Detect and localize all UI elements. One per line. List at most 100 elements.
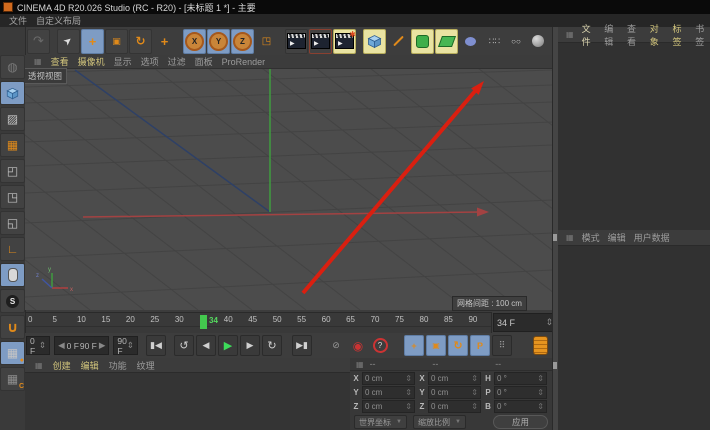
attr-menu-mode[interactable]: 模式	[582, 231, 600, 244]
vp-menu-panel[interactable]: 面板	[195, 55, 213, 68]
live-selection-tool[interactable]: ➤	[57, 29, 80, 54]
goto-end-button[interactable]: ▶▮	[292, 335, 312, 356]
obj-menu-edit[interactable]: 编辑	[604, 22, 619, 48]
menu-file[interactable]: 文件	[9, 14, 27, 27]
instance-button[interactable]: ○○	[507, 29, 525, 54]
coord-col-rotation[interactable]: --	[495, 359, 552, 369]
workplane-mode-button[interactable]: ▦	[0, 133, 25, 157]
autokey-help-button[interactable]: ?	[370, 335, 390, 356]
rot-b-field[interactable]: 0 °⇕	[494, 400, 547, 413]
apply-button[interactable]: 应用	[493, 415, 548, 429]
redo-button[interactable]: ↷	[27, 29, 50, 54]
current-frame-field[interactable]: 34 F⇕	[493, 313, 557, 332]
array-button[interactable]: ∷∷	[483, 29, 506, 54]
coord-col-position[interactable]: --	[370, 359, 427, 369]
panel-grid-icon[interactable]: ▦	[566, 233, 574, 242]
playhead-marker[interactable]	[200, 315, 207, 329]
vp-menu-camera[interactable]: 摄像机	[78, 55, 105, 68]
panel-grid-icon[interactable]: ▦	[566, 30, 574, 39]
obj-menu-tags[interactable]: 标签	[673, 22, 688, 48]
add-primitive-button[interactable]	[363, 29, 386, 54]
play-button[interactable]: ▶	[218, 335, 238, 356]
pos-x-field[interactable]: 0 cm⇕	[362, 372, 415, 385]
axis-mode-button[interactable]: ∟	[0, 237, 25, 261]
sky-button[interactable]	[526, 29, 549, 54]
obj-menu-bookmarks[interactable]: 书签	[695, 22, 710, 48]
lock-workplane-button[interactable]: ▦●	[0, 341, 25, 365]
rotate-tool[interactable]: ↻	[129, 29, 152, 54]
mat-menu-texture[interactable]: 纹理	[137, 359, 155, 372]
size-y-field[interactable]: 0 cm⇕	[428, 386, 481, 399]
size-x-field[interactable]: 0 cm⇕	[428, 372, 481, 385]
scale-mode-dropdown[interactable]: 缩放比例▼	[413, 415, 466, 429]
next-frame-button[interactable]: ▶	[240, 335, 260, 356]
workplane-snap-button[interactable]: ▦C	[0, 367, 25, 391]
vp-menu-filter[interactable]: 过滤	[168, 55, 186, 68]
mat-menu-edit[interactable]: 编辑	[81, 359, 99, 372]
panel-grid-icon[interactable]: ▦	[35, 361, 43, 370]
lock-z-axis-button[interactable]: Z	[231, 29, 254, 54]
key-parameter-button[interactable]: P	[470, 335, 490, 356]
pos-y-field[interactable]: 0 cm⇕	[362, 386, 415, 399]
play-reverse-button[interactable]: ↺	[174, 335, 194, 356]
points-mode-button[interactable]: ◰	[0, 159, 25, 183]
keyframe-selection-button[interactable]: ⠿	[492, 335, 512, 356]
coords-system-dropdown[interactable]: 世界坐标▼	[354, 415, 407, 429]
extrude-generator-button[interactable]	[435, 29, 458, 54]
rot-h-field[interactable]: 0 °⇕	[494, 372, 547, 385]
snap-button[interactable]: S	[0, 289, 25, 313]
vp-menu-options[interactable]: 选项	[141, 55, 159, 68]
vp-menu-view[interactable]: 查看	[51, 55, 69, 68]
record-button[interactable]: ◉	[348, 335, 368, 356]
mat-menu-function[interactable]: 功能	[109, 359, 127, 372]
scale-tool[interactable]: ▣	[105, 29, 128, 54]
history-icon[interactable]: ◍	[0, 55, 25, 79]
render-picture-viewer-button[interactable]	[309, 29, 332, 54]
magnet-button[interactable]: ∪	[0, 315, 25, 339]
loop-button[interactable]: ↻	[262, 335, 282, 356]
previous-frame-button[interactable]: ◀	[196, 335, 216, 356]
panel-grid-icon[interactable]: ▦	[356, 360, 364, 369]
divider-handle[interactable]	[553, 362, 557, 369]
panel-grid-icon[interactable]: ▦	[34, 57, 42, 66]
attr-menu-userdata[interactable]: 用户数据	[634, 231, 670, 244]
rot-p-field[interactable]: 0 °⇕	[494, 386, 547, 399]
lock-y-axis-button[interactable]: Y	[207, 29, 230, 54]
render-queue-button[interactable]	[530, 335, 550, 356]
mat-menu-create[interactable]: 创建	[53, 359, 71, 372]
render-settings-button[interactable]: ✱	[333, 29, 356, 54]
coord-col-size[interactable]: --	[432, 359, 489, 369]
perspective-viewport[interactable]: y x z	[25, 55, 552, 310]
key-position-button[interactable]: +	[404, 335, 424, 356]
goto-start-button[interactable]: ▮◀	[146, 335, 166, 356]
view-label[interactable]: 透视视图	[25, 68, 67, 84]
coordinate-system-button[interactable]: ◳	[255, 29, 278, 54]
pos-z-field[interactable]: 0 cm⇕	[362, 400, 415, 413]
last-tool[interactable]: +	[153, 29, 176, 54]
attr-menu-edit[interactable]: 编辑	[608, 231, 626, 244]
range-start-field[interactable]: 0 F⇕	[26, 336, 50, 355]
metaball-button[interactable]	[459, 29, 482, 54]
menu-custom-layout[interactable]: 自定义布局	[36, 14, 81, 27]
move-tool[interactable]: +	[81, 29, 104, 54]
render-view-button[interactable]	[285, 29, 308, 54]
range-end-field[interactable]: 90 F⇕	[113, 336, 138, 355]
keyframe-disabled-icon[interactable]: ⊘	[326, 335, 346, 356]
obj-menu-file[interactable]: 文件	[582, 22, 597, 48]
key-rotation-button[interactable]: ↻	[448, 335, 468, 356]
polygon-mode-button[interactable]: ◱	[0, 211, 25, 235]
edge-mode-button[interactable]: ◳	[0, 185, 25, 209]
size-z-field[interactable]: 0 cm⇕	[428, 400, 481, 413]
key-scale-button[interactable]: ▣	[426, 335, 446, 356]
divider-handle[interactable]	[553, 234, 557, 241]
lock-x-axis-button[interactable]: X	[183, 29, 206, 54]
texture-mode-button[interactable]: ▨	[0, 107, 25, 131]
frame-range-slider[interactable]: ◀0 F 90 F▶	[54, 336, 109, 355]
obj-menu-view[interactable]: 查看	[627, 22, 642, 48]
subdivision-surface-button[interactable]	[411, 29, 434, 54]
viewport-solo-button[interactable]	[0, 263, 25, 287]
timeline-ruler[interactable]: 05 1015 2025 30 4045 5055 6065 7075 8085…	[25, 312, 492, 334]
vp-menu-display[interactable]: 显示	[114, 55, 132, 68]
model-mode-button[interactable]	[0, 81, 25, 105]
obj-menu-objects[interactable]: 对象	[650, 22, 665, 48]
